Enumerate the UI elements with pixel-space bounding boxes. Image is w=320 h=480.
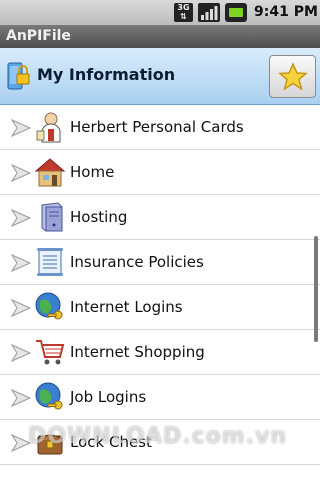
app-title: AnPIFile — [6, 28, 71, 44]
category-header: My Information — [0, 48, 320, 105]
favorites-button[interactable] — [269, 55, 316, 98]
list-item-label: Insurance Policies — [70, 253, 204, 271]
expand-arrow-icon — [10, 208, 32, 228]
list-item[interactable]: Internet Shopping — [0, 330, 320, 375]
list-item[interactable]: Hosting — [0, 195, 320, 240]
signal-icon — [198, 3, 220, 22]
list-item-label: Job Logins — [70, 388, 147, 406]
list-item[interactable]: Internet Logins — [0, 285, 320, 330]
list-item-label: Internet Shopping — [70, 343, 205, 361]
list-item[interactable]: Job Logins — [0, 375, 320, 420]
expand-arrow-icon — [10, 118, 32, 138]
server-icon — [41, 202, 63, 232]
list-item-label: Home — [70, 163, 115, 181]
watermark: DOWNLOAD.com.vn — [28, 424, 288, 449]
list-item-label: Hosting — [70, 208, 128, 226]
shopping-cart-icon — [36, 340, 65, 365]
list-item-label: Herbert Personal Cards — [70, 118, 244, 136]
expand-arrow-icon — [10, 298, 32, 318]
expand-arrow-icon — [10, 163, 32, 183]
scrollbar[interactable] — [314, 236, 318, 342]
expand-arrow-icon — [10, 388, 32, 408]
globe-key-icon — [35, 292, 63, 320]
battery-icon — [225, 3, 247, 22]
document-scroll-icon — [37, 248, 63, 276]
lock-icon — [7, 62, 30, 90]
globe-key-icon — [35, 382, 63, 410]
list-item[interactable]: Herbert Personal Cards — [0, 105, 320, 150]
house-icon — [34, 158, 66, 187]
expand-arrow-icon — [10, 343, 32, 363]
network-3g-icon: 3G ⇅ — [174, 3, 193, 22]
app-title-bar: AnPIFile — [0, 25, 320, 48]
list-item[interactable]: Insurance Policies — [0, 240, 320, 285]
status-bar: 3G ⇅ 9:41 PM — [0, 0, 320, 25]
expand-arrow-icon — [10, 253, 32, 273]
person-card-icon — [36, 112, 61, 143]
star-icon — [278, 62, 308, 91]
list-item-label: Internet Logins — [70, 298, 183, 316]
list-item[interactable]: Home — [0, 150, 320, 195]
network-label: 3G — [177, 3, 190, 12]
item-list: Herbert Personal Cards Home Hosting Insu… — [0, 105, 320, 465]
status-time: 9:41 PM — [254, 4, 318, 20]
header-title: My Information — [37, 65, 176, 84]
